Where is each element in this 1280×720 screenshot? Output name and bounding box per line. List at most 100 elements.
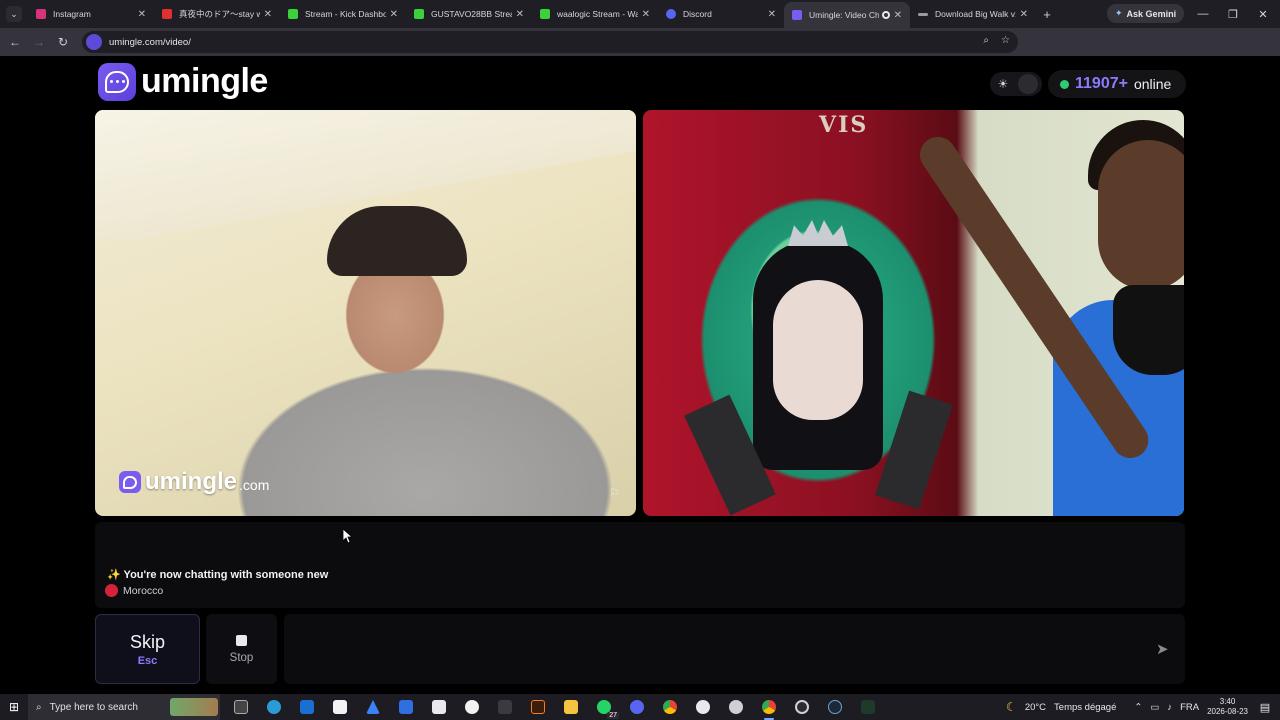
poster-text: VIS [819,112,869,138]
reload-icon[interactable]: ↻ [51,35,75,49]
local-video: umingle .com ⚐ [95,110,636,516]
tab-instagram[interactable]: Instagram ✕ [28,0,154,28]
close-tab-icon[interactable]: ✕ [516,9,524,20]
report-flag-icon[interactable]: ⚐ [609,486,620,500]
app-ring-icon[interactable] [791,697,813,717]
online-count: 11907+ [1075,75,1128,92]
url-text[interactable]: umingle.com/video/ [109,37,191,48]
file-explorer-icon[interactable] [560,697,582,717]
ask-gemini-button[interactable]: ✦ Ask Gemini [1107,4,1185,23]
brand-name: umingle [141,62,268,100]
mouse-cursor-icon [342,528,354,549]
send-icon[interactable]: ➤ [1156,640,1169,658]
new-tab-button[interactable]: + [1036,7,1058,22]
tab-title: Discord [683,9,712,19]
skip-button[interactable]: Skip Esc [95,614,200,684]
moon-weather-icon[interactable]: ☾ [1006,700,1017,714]
forward-icon[interactable]: → [27,35,51,49]
taskbar-search[interactable]: ⌕ Type here to search [28,694,220,720]
theme-toggle[interactable]: ☀ [990,72,1042,96]
tab-download-big-walk[interactable]: Download Big Walk v1 ✕ [910,0,1036,28]
tab-youtube[interactable]: 真夜中のドア〜stay with ✕ [154,0,280,28]
windows-taskbar: ⊞ ⌕ Type here to search 27 ☾ 20°C Temps … [0,694,1280,720]
media-player-icon[interactable] [494,697,516,717]
close-tab-icon[interactable]: ✕ [642,9,650,20]
windows-start-icon[interactable]: ⊞ [0,700,28,714]
settings-gear-icon[interactable] [725,697,747,717]
browser-tab-strip: ⌄ Instagram ✕ 真夜中のドア〜stay with ✕ Stream … [0,0,1280,28]
tab-kick-dashboard[interactable]: Stream - Kick Dashbo ✕ [280,0,406,28]
close-tab-icon[interactable]: ✕ [894,10,902,21]
weather-text[interactable]: Temps dégagé [1054,702,1116,713]
online-count-badge: 11907+ online [1048,70,1186,98]
search-placeholder: Type here to search [49,701,138,713]
chrome-active-icon[interactable] [758,697,780,720]
kick-favicon-icon [540,9,550,19]
illustrator-icon[interactable] [527,697,549,717]
skip-label: Skip [129,631,165,652]
outlook-icon[interactable] [296,697,318,717]
gemini-sparkle-icon: ✦ [1115,8,1123,18]
back-icon[interactable]: ← [3,35,27,49]
volume-icon[interactable]: ♪ [1167,702,1172,713]
umingle-favicon-icon [792,10,802,20]
site-logo[interactable]: umingle [98,62,268,101]
clock-app-icon[interactable] [461,697,483,717]
stop-button[interactable]: Stop [206,614,277,684]
system-message: ✨ You're now chatting with someone new [107,569,329,581]
message-input[interactable] [284,614,1185,684]
notifications-icon[interactable]: ▤ [1256,701,1274,714]
close-tab-icon[interactable]: ✕ [138,9,146,20]
tab-discord[interactable]: Discord ✕ [658,0,784,28]
close-tab-icon[interactable]: ✕ [390,9,398,20]
site-info-icon[interactable] [86,34,102,50]
whatsapp-icon[interactable]: 27 [593,697,619,719]
weather-temp[interactable]: 20°C [1025,702,1046,713]
instagram-favicon-icon [36,9,46,19]
tab-waalogic-stream[interactable]: waalogic Stream - Wat ✕ [532,0,658,28]
tab-search-button[interactable]: ⌄ [6,6,22,22]
app-a-icon[interactable] [362,697,384,717]
toggle-knob [1018,74,1038,94]
chevron-up-icon[interactable]: ⌃ [1134,702,1142,713]
capcut-icon[interactable] [329,697,351,717]
language-indicator[interactable]: FRA [1180,702,1199,713]
stop-label: Stop [229,651,254,664]
app-green-icon[interactable] [857,697,879,717]
umingle-page: umingle ☀ 11907+ online umingle .com ⚐ V… [0,56,1280,694]
tab-gustavo-stream[interactable]: GUSTAVO28BB Stream ✕ [406,0,532,28]
remote-video: VIS [643,110,1184,516]
chrome-icon[interactable] [659,697,681,717]
calendar-icon[interactable] [428,697,450,717]
tab-title: Instagram [53,9,91,19]
clock-date: 2026-08-23 [1207,707,1248,716]
edge-icon[interactable] [263,697,285,717]
close-tab-icon[interactable]: ✕ [768,9,776,20]
tab-title: GUSTAVO28BB Stream [431,9,512,19]
watermark-name: umingle [145,468,238,495]
close-tab-icon[interactable]: ✕ [1020,9,1028,20]
clock[interactable]: 3:40 2026-08-23 [1207,697,1248,717]
browser-toolbar: ← → ↻ umingle.com/video/ ⌕ ☆ ⋮ [0,28,1280,78]
discord-icon[interactable] [626,697,648,717]
umingle-watermark: umingle .com [119,468,269,496]
address-bar[interactable]: umingle.com/video/ ⌕ ☆ [82,31,1018,53]
morocco-flag-icon [105,584,118,597]
sun-icon: ☀ [997,77,1009,91]
app-circle-icon[interactable] [692,697,714,717]
youtube-favicon-icon [162,9,172,19]
close-tab-icon[interactable]: ✕ [264,9,272,20]
tab-umingle[interactable]: Umingle: Video Ch ✕ [784,2,910,28]
restore-window-icon[interactable]: ❐ [1218,0,1248,28]
kick-favicon-icon [288,9,298,19]
network-icon[interactable]: ▭ [1150,702,1159,713]
task-view-icon[interactable] [230,697,252,717]
zoom-icon[interactable]: ⌕ [983,35,989,46]
minimize-window-icon[interactable]: — [1188,0,1218,28]
app-store-icon[interactable] [395,697,417,717]
steam-icon[interactable] [824,697,846,717]
bookmark-star-icon[interactable]: ☆ [1001,35,1010,46]
taskbar-apps: 27 [230,697,879,720]
close-window-icon[interactable]: ✕ [1248,0,1278,28]
clock-time: 3:40 [1219,697,1236,706]
